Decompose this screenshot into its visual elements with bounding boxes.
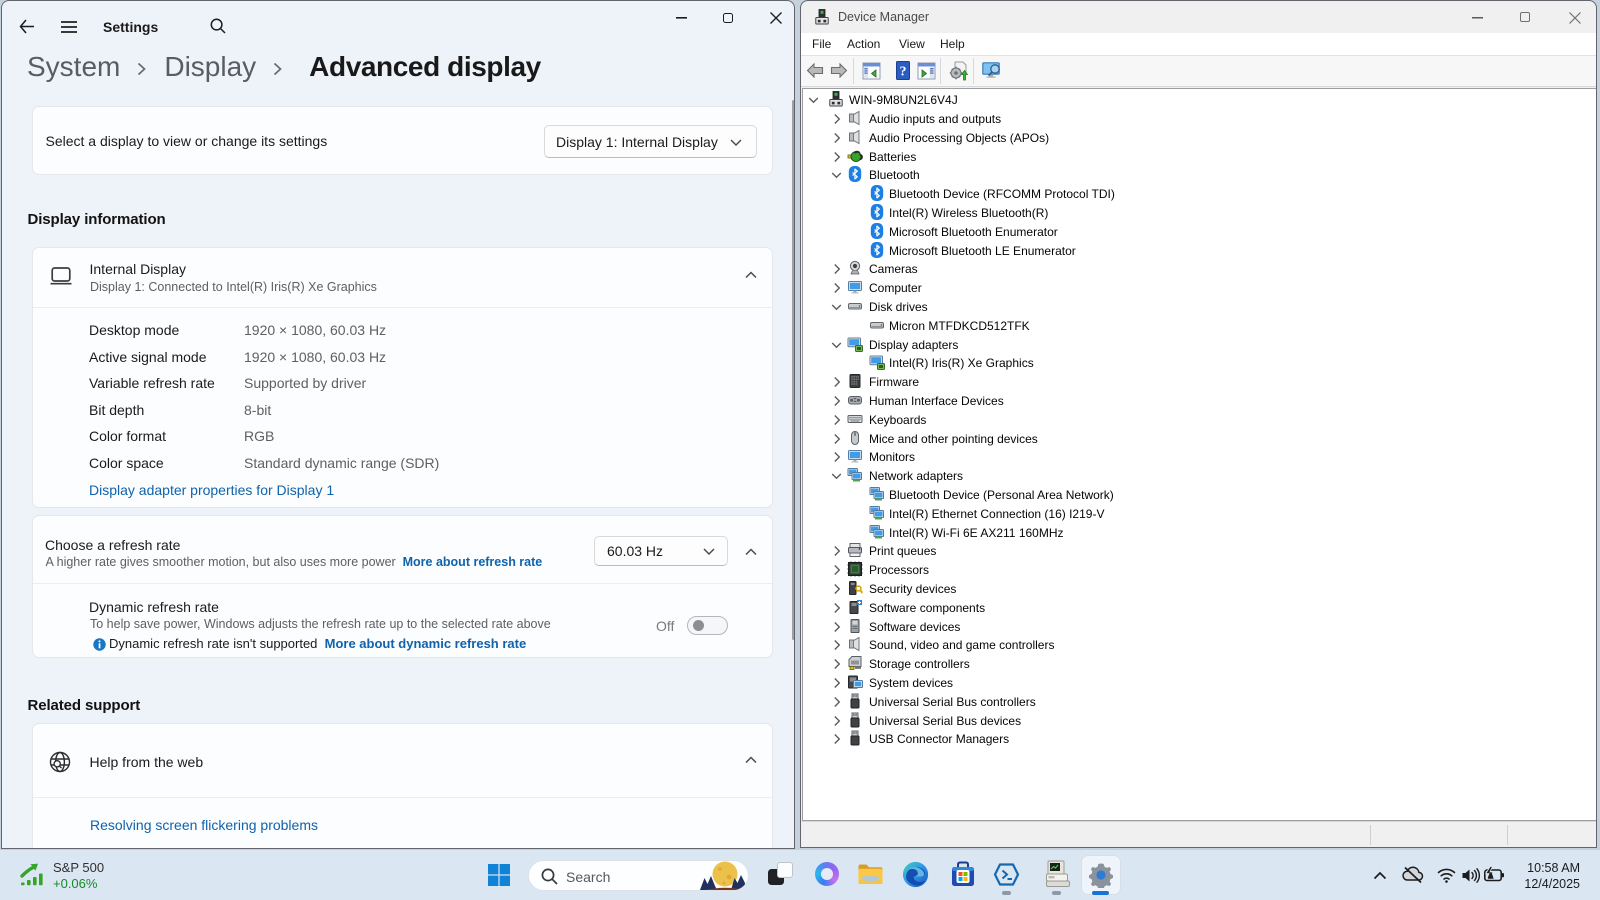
svg-text:?: ? [900, 65, 907, 80]
